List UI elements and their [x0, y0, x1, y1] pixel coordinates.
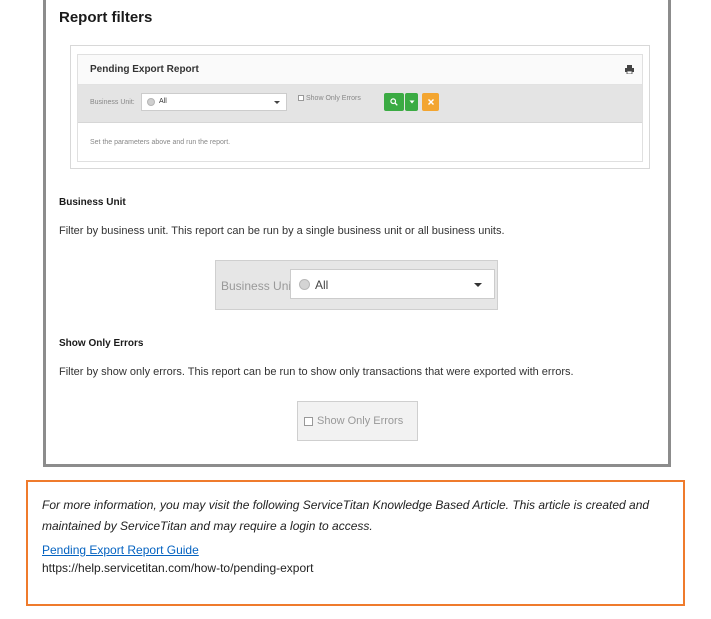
chevron-down-icon — [274, 101, 280, 104]
filter-bar: Business Unit: All Show Only Errors — [78, 85, 642, 123]
info-note-text: For more information, you may visit the … — [42, 498, 650, 533]
business-unit-example-select[interactable]: All — [290, 269, 495, 299]
report-header: Pending Export Report — [78, 55, 642, 85]
report-widget: Pending Export Report Business Unit: All… — [70, 45, 650, 169]
guide-url: https://help.servicetitan.com/how-to/pen… — [42, 561, 314, 575]
business-unit-select[interactable]: All — [141, 93, 287, 111]
show-only-errors-example: Show Only Errors — [297, 401, 418, 441]
business-unit-heading: Business Unit — [59, 197, 126, 208]
run-report-button[interactable] — [384, 93, 404, 111]
chevron-down-icon — [474, 283, 482, 287]
business-unit-label: Business Unit: — [90, 99, 135, 106]
info-note-box: For more information, you may visit the … — [26, 480, 685, 606]
close-icon — [427, 99, 434, 105]
business-unit-value: All — [159, 98, 167, 105]
globe-icon — [147, 98, 155, 106]
report-message: Set the parameters above and run the rep… — [90, 139, 231, 146]
globe-icon — [299, 279, 310, 290]
business-unit-description: Filter by business unit. This report can… — [59, 225, 505, 237]
business-unit-example-label: Business Unit: — [221, 279, 298, 293]
show-only-errors-label: Show Only Errors — [306, 95, 361, 102]
caret-down-icon — [409, 100, 414, 104]
page-title: Report filters — [59, 9, 153, 26]
checkbox-box[interactable] — [298, 95, 304, 102]
business-unit-filter-example: Business Unit: All — [215, 260, 498, 310]
show-only-errors-description: Filter by show only errors. This report … — [59, 366, 574, 378]
clear-filters-button[interactable] — [422, 93, 439, 111]
show-only-errors-heading: Show Only Errors — [59, 338, 144, 349]
search-icon — [390, 98, 398, 106]
business-unit-example-value: All — [315, 278, 329, 292]
checkbox-box[interactable] — [304, 417, 313, 426]
guide-link[interactable]: Pending Export Report Guide — [42, 543, 199, 557]
report-filters-panel: Report filters Pending Export Report Bus… — [43, 0, 671, 467]
show-only-errors-checkbox[interactable]: Show Only Errors — [298, 95, 361, 102]
print-icon[interactable] — [625, 65, 634, 75]
show-only-errors-example-label: Show Only Errors — [317, 415, 404, 427]
report-inner-panel: Pending Export Report Business Unit: All… — [77, 54, 643, 162]
run-options-dropdown-button[interactable] — [405, 93, 418, 111]
report-title: Pending Export Report — [90, 64, 199, 75]
